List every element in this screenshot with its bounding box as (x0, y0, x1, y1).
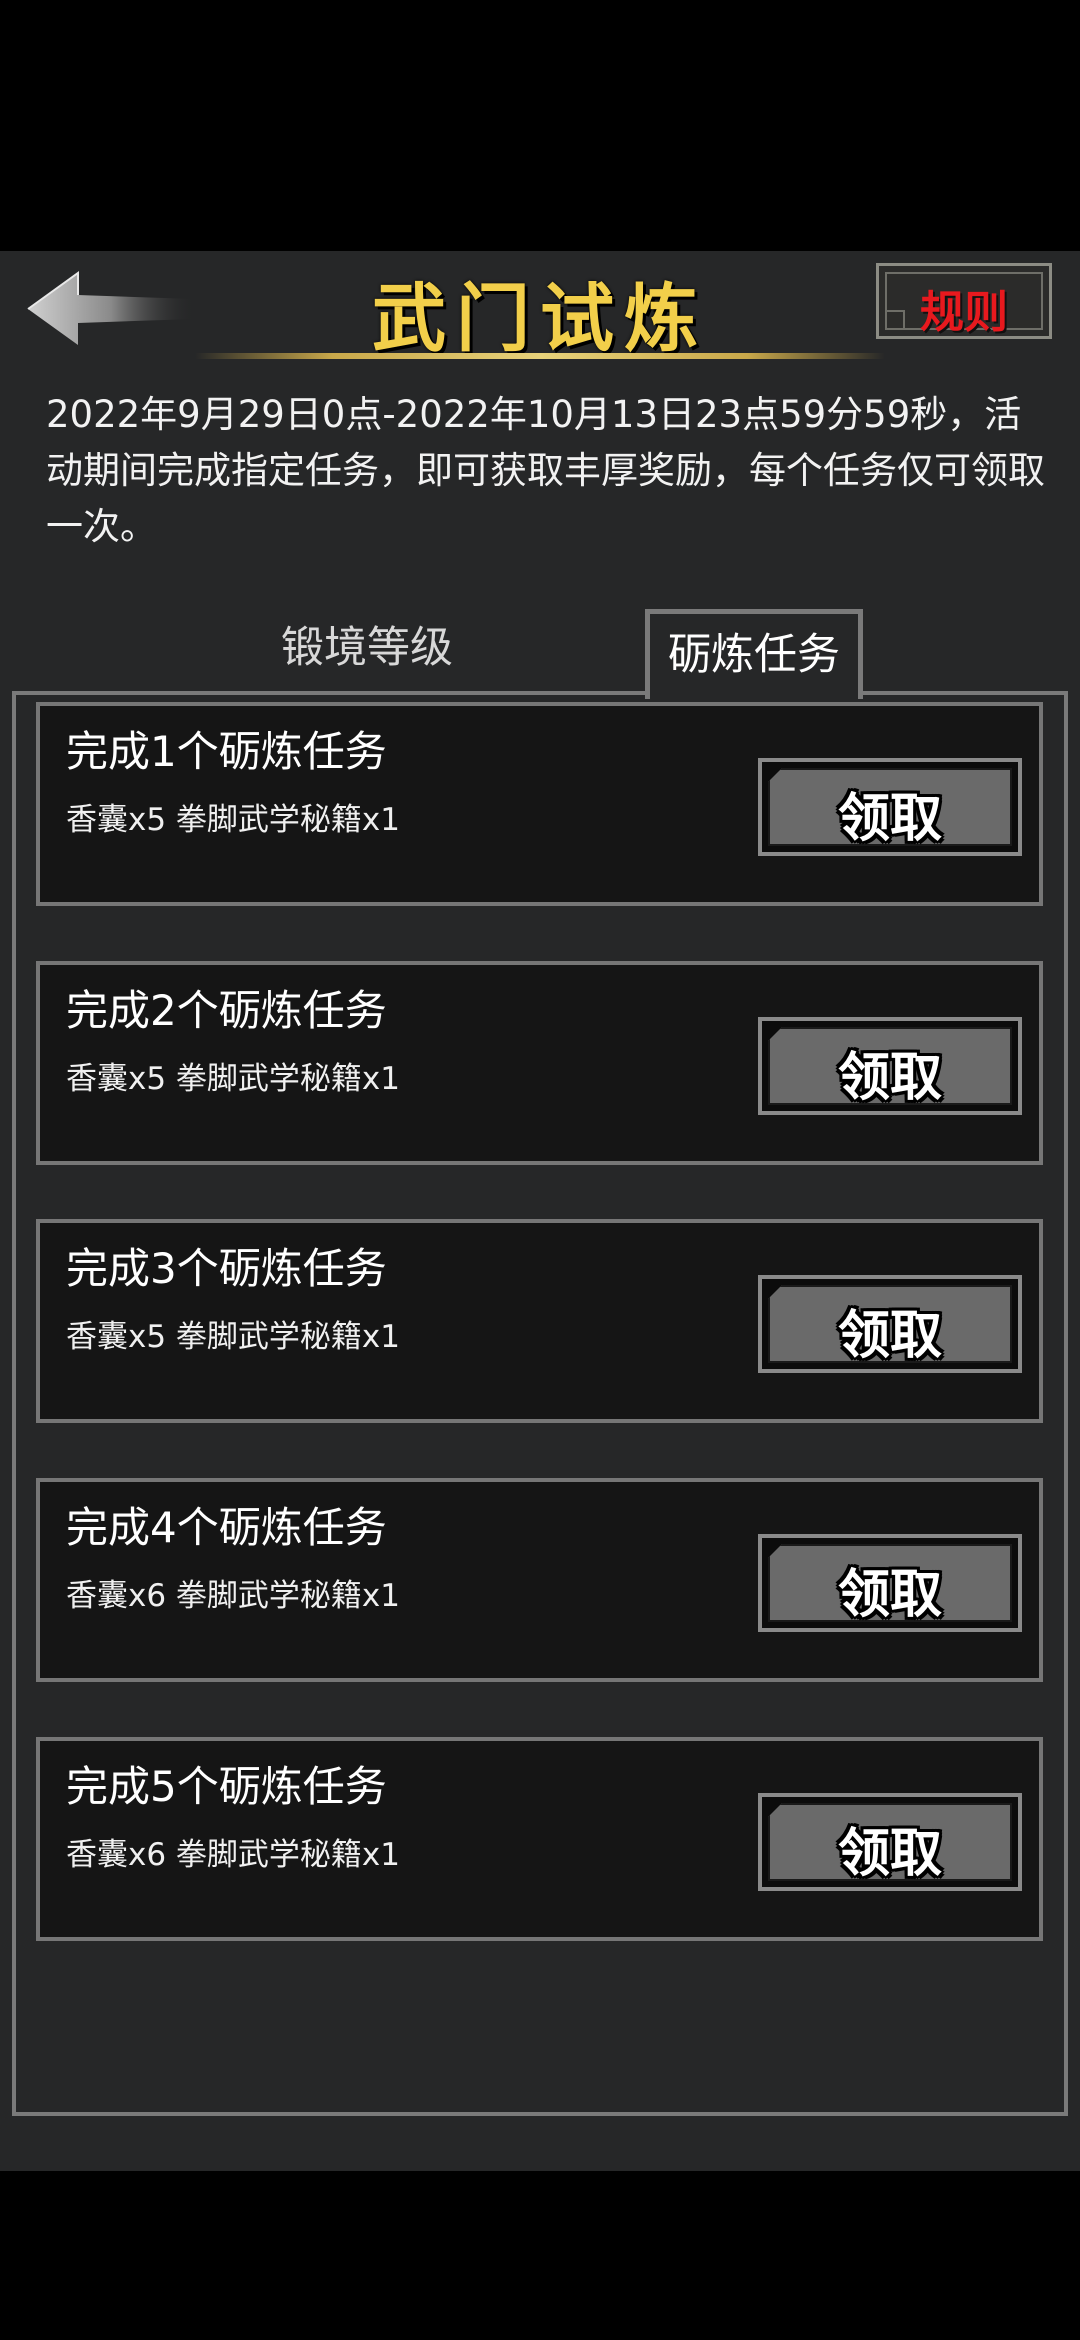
claim-button-label: 领取 (837, 1048, 942, 1108)
task-title: 完成2个砺炼任务 (66, 986, 387, 1035)
task-card: 完成3个砺炼任务 香囊x5 拳脚武学秘籍x1 领取 (36, 1219, 1043, 1423)
task-card: 完成5个砺炼任务 香囊x6 拳脚武学秘籍x1 领取 (36, 1737, 1043, 1941)
claim-button[interactable]: 领取 (758, 1793, 1022, 1891)
claim-button[interactable]: 领取 (758, 758, 1022, 856)
claim-button-label: 领取 (837, 1565, 942, 1625)
task-reward: 香囊x5 拳脚武学秘籍x1 (66, 1061, 400, 1097)
rules-button[interactable]: 规则 (876, 263, 1052, 339)
title-underline (195, 353, 885, 359)
task-reward: 香囊x5 拳脚武学秘籍x1 (66, 802, 400, 838)
claim-button-label: 领取 (837, 1306, 942, 1366)
claim-button[interactable]: 领取 (758, 1275, 1022, 1373)
event-description: 2022年9月29日0点-2022年10月13日23点59分59秒，活动期间完成… (46, 393, 1045, 548)
rules-label: 规则 (920, 287, 1008, 338)
tab-temper-tasks[interactable]: 砺炼任务 (645, 609, 863, 699)
task-title: 完成3个砺炼任务 (66, 1244, 387, 1293)
claim-button-label: 领取 (837, 789, 942, 849)
task-title: 完成1个砺炼任务 (66, 727, 387, 776)
task-card: 完成1个砺炼任务 香囊x5 拳脚武学秘籍x1 领取 (36, 702, 1043, 906)
claim-button-label: 领取 (837, 1824, 942, 1884)
claim-button[interactable]: 领取 (758, 1017, 1022, 1115)
task-reward: 香囊x5 拳脚武学秘籍x1 (66, 1319, 400, 1355)
task-card: 完成2个砺炼任务 香囊x5 拳脚武学秘籍x1 领取 (36, 961, 1043, 1165)
claim-button[interactable]: 领取 (758, 1534, 1022, 1632)
task-title: 完成4个砺炼任务 (66, 1503, 387, 1552)
tab-forge-level[interactable]: 锻境等级 (260, 607, 474, 689)
task-reward: 香囊x6 拳脚武学秘籍x1 (66, 1837, 400, 1873)
event-screen: 武门试炼 规则 2022年9月29日0点-2022年10月13日23点59分59… (0, 251, 1080, 2171)
task-card: 完成4个砺炼任务 香囊x6 拳脚武学秘籍x1 领取 (36, 1478, 1043, 1682)
task-reward: 香囊x6 拳脚武学秘籍x1 (66, 1578, 400, 1614)
task-title: 完成5个砺炼任务 (66, 1762, 387, 1811)
